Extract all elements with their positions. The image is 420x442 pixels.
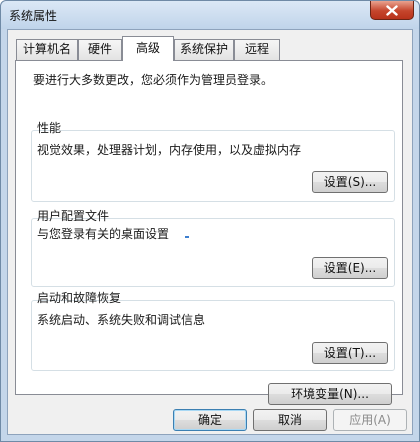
tab-computer-name[interactable]: 计算机名 — [16, 39, 78, 60]
environment-variables-button[interactable]: 环境变量(N)... — [268, 383, 392, 405]
close-button[interactable] — [370, 1, 414, 20]
close-icon — [386, 4, 398, 16]
admin-notice: 要进行大多数更改，您必须作为管理员登录。 — [33, 73, 274, 87]
ok-button[interactable]: 确定 — [173, 409, 247, 431]
tab-system-protection[interactable]: 系统保护 — [174, 39, 234, 60]
system-properties-window: 系统属性 计算机名 硬件 高级 系统保护 远程 要进行大多数更改，您必须作为管理… — [0, 0, 420, 442]
startup-recovery-settings-button[interactable]: 设置(T)... — [312, 342, 388, 364]
performance-title: 性能 — [37, 121, 62, 135]
window-title: 系统属性 — [9, 9, 58, 23]
startup-recovery-description: 系统启动、系统失败和调试信息 — [37, 313, 206, 327]
cancel-button[interactable]: 取消 — [253, 409, 327, 431]
tab-remote[interactable]: 远程 — [234, 39, 280, 60]
tab-advanced[interactable]: 高级 — [122, 36, 174, 61]
dialog-client-area: 计算机名 硬件 高级 系统保护 远程 要进行大多数更改，您必须作为管理员登录。 … — [7, 29, 413, 435]
performance-description: 视觉效果，处理器计划，内存使用，以及虚拟内存 — [37, 143, 302, 157]
user-profiles-description: 与您登录有关的桌面设置 — [37, 227, 170, 241]
text-cursor — [185, 236, 189, 238]
apply-button[interactable]: 应用(A) — [333, 409, 407, 431]
user-profiles-title: 用户配置文件 — [37, 209, 110, 223]
advanced-tab-panel: 要进行大多数更改，您必须作为管理员登录。 性能 视觉效果，处理器计划，内存使用，… — [15, 60, 403, 405]
performance-settings-button[interactable]: 设置(S)... — [312, 171, 388, 193]
user-profiles-settings-button[interactable]: 设置(E)... — [312, 257, 388, 279]
startup-recovery-title: 启动和故障恢复 — [37, 291, 122, 305]
title-bar[interactable]: 系统属性 — [1, 1, 419, 29]
tab-hardware[interactable]: 硬件 — [78, 39, 122, 60]
